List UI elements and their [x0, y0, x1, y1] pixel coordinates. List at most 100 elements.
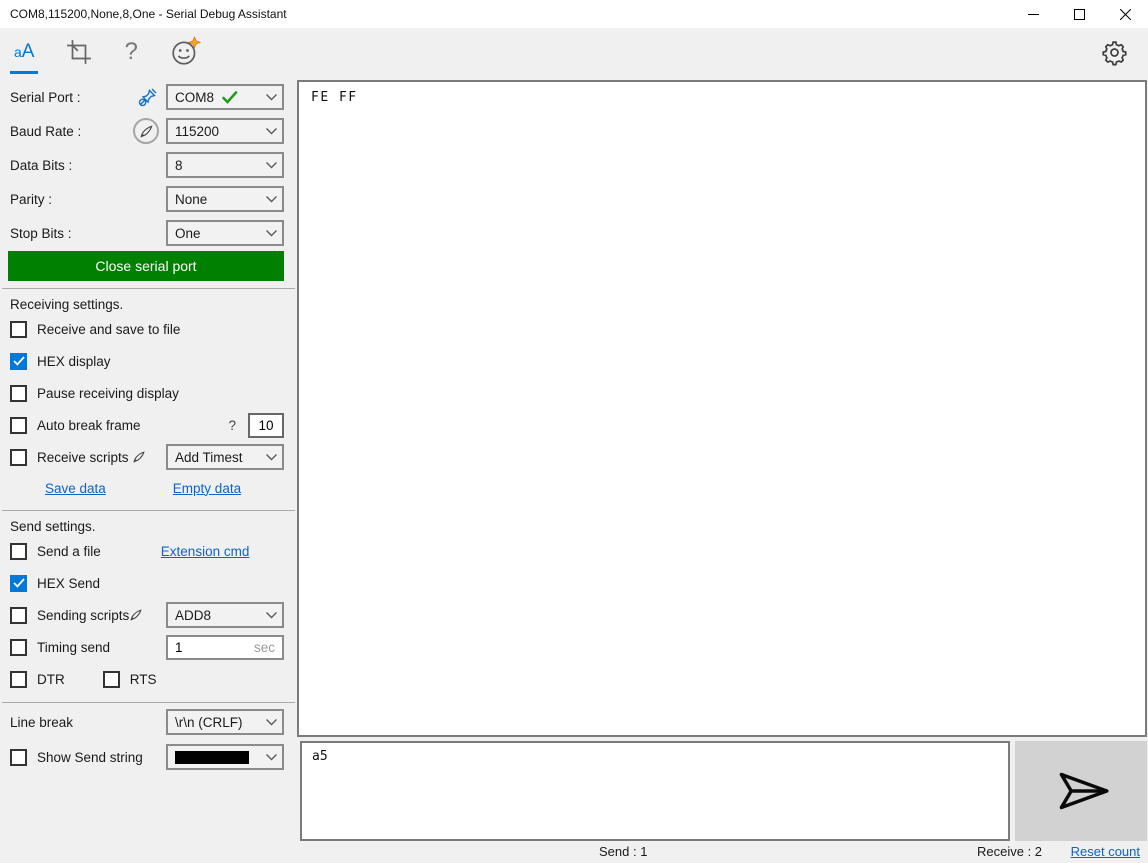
timing-send-input[interactable] [175, 639, 254, 655]
dtr-checkbox[interactable] [10, 670, 27, 688]
main-area: FE FF a5 Send : 1 Receive : 2 Reset coun… [297, 76, 1148, 863]
receive-scripts-checkbox[interactable] [10, 448, 27, 466]
help-button[interactable]: ? [118, 28, 143, 76]
quill-pen-icon [140, 124, 153, 138]
send-file-checkbox[interactable] [10, 542, 27, 560]
feedback-button[interactable] [164, 28, 208, 76]
receiving-settings-title: Receiving settings. [10, 297, 124, 312]
font-icon: aA [14, 41, 35, 62]
sending-scripts-checkbox[interactable] [10, 606, 27, 624]
stop-bits-value: One [175, 225, 201, 241]
stop-bits-row: Stop Bits : One [0, 216, 297, 250]
settings-button[interactable] [1095, 28, 1134, 76]
quill-pen-icon [133, 451, 145, 463]
receive-display[interactable]: FE FF [297, 80, 1147, 737]
pause-display-checkbox[interactable] [10, 384, 27, 402]
line-break-dropdown[interactable]: \r\n (CRLF) [166, 709, 284, 735]
auto-break-checkbox[interactable] [10, 416, 27, 434]
chevron-down-icon [265, 750, 278, 765]
dtr-rts-row: DTR RTS [0, 663, 297, 695]
save-data-link[interactable]: Save data [45, 481, 106, 496]
chevron-down-icon [265, 715, 278, 730]
receive-save-label: Receive and save to file [37, 321, 181, 337]
rts-label: RTS [129, 671, 157, 687]
edit-baud-rate-button[interactable] [133, 118, 159, 144]
auto-break-ms-input[interactable] [248, 412, 284, 438]
empty-data-link[interactable]: Empty data [173, 481, 241, 496]
receive-scripts-dropdown[interactable]: Add Timest [166, 444, 284, 470]
chevron-down-icon [265, 192, 278, 207]
auto-break-help-icon[interactable]: ? [228, 418, 236, 433]
serial-port-value: COM8 [175, 89, 215, 105]
gear-icon [1101, 39, 1128, 66]
line-break-value: \r\n (CRLF) [175, 714, 243, 730]
baud-rate-value: 115200 [175, 123, 220, 139]
app-window: COM8,115200,None,8,One - Serial Debug As… [0, 0, 1148, 863]
close-serial-port-button[interactable]: Close serial port [8, 251, 284, 281]
settings-panel: Serial Port : COM8 Baud Rate: 115200 Da… [0, 76, 297, 863]
send-file-label: Send a file [37, 543, 101, 559]
statusbar: Send : 1 Receive : 2 Reset count [297, 841, 1148, 863]
send-string-color-dropdown[interactable] [166, 744, 284, 770]
chevron-down-icon [265, 158, 278, 173]
extension-cmd-link[interactable]: Extension cmd [161, 544, 250, 559]
paper-plane-icon [1048, 766, 1114, 816]
sending-scripts-label: Sending scripts [37, 607, 130, 623]
show-send-string-checkbox[interactable] [10, 748, 27, 766]
auto-break-label: Auto break frame [37, 417, 141, 433]
auto-break-row: Auto break frame ? [0, 409, 297, 441]
parity-row: Parity : None [0, 182, 297, 216]
baud-rate-row: Baud Rate : 115200 [0, 114, 297, 148]
toolbar: aA ? [0, 28, 1148, 76]
unpin-port-icon[interactable] [137, 87, 158, 108]
receive-save-checkbox[interactable] [10, 320, 27, 338]
line-break-label: Line break [10, 714, 74, 730]
hex-send-checkbox[interactable] [10, 574, 27, 592]
pause-display-label: Pause receiving display [37, 385, 179, 401]
active-tab-underline [10, 71, 39, 74]
hex-display-checkbox[interactable] [10, 352, 27, 370]
sending-scripts-dropdown[interactable]: ADD8 [166, 602, 284, 628]
crop-icon [66, 39, 92, 65]
data-bits-label: Data Bits : [10, 157, 73, 173]
data-bits-dropdown[interactable]: 8 [166, 152, 284, 178]
receive-scripts-row: Receive scripts Add Timest [0, 441, 297, 473]
window-title: COM8,115200,None,8,One - Serial Debug As… [10, 7, 287, 21]
send-settings-title: Send settings. [10, 519, 96, 534]
maximize-button[interactable] [1056, 0, 1102, 28]
stop-bits-dropdown[interactable]: One [166, 220, 284, 246]
chevron-down-icon [265, 226, 278, 241]
parity-dropdown[interactable]: None [166, 186, 284, 212]
serial-port-dropdown[interactable]: COM8 [166, 84, 284, 110]
hex-send-label: HEX Send [37, 575, 101, 591]
timing-send-row: Timing send sec [0, 631, 297, 663]
receive-scripts-value: Add Timest [175, 449, 243, 465]
port-ok-check-icon [222, 90, 238, 104]
show-send-string-label: Show Send string [37, 749, 143, 765]
line-break-row: Line break \r\n (CRLF) [0, 703, 297, 741]
hex-display-label: HEX display [37, 353, 111, 369]
sending-scripts-value: ADD8 [175, 607, 212, 623]
smiley-sparkle-icon [170, 36, 202, 68]
baud-rate-dropdown[interactable]: 115200 [166, 118, 284, 144]
reset-count-link[interactable]: Reset count [1071, 844, 1140, 859]
edit-sending-script-button[interactable] [129, 608, 143, 622]
minimize-button[interactable] [1010, 0, 1056, 28]
dtr-label: DTR [37, 671, 65, 687]
send-input[interactable]: a5 [300, 741, 1010, 841]
receive-scripts-label: Receive scripts [37, 449, 129, 465]
timing-send-label: Timing send [37, 639, 111, 655]
parity-label: Parity : [10, 191, 53, 207]
send-button[interactable] [1015, 741, 1147, 841]
rts-checkbox[interactable] [102, 670, 120, 688]
font-settings-button[interactable]: aA [8, 28, 40, 76]
baud-rate-label: Baud Rate : [10, 123, 82, 139]
edit-receive-script-button[interactable] [132, 450, 146, 464]
send-file-row: Send a file Extension cmd [0, 535, 297, 567]
data-links-row: Save data Empty data [0, 473, 297, 503]
chevron-down-icon [265, 608, 278, 623]
parity-value: None [175, 191, 208, 207]
crop-button[interactable] [60, 28, 98, 76]
timing-send-checkbox[interactable] [10, 638, 27, 656]
close-button[interactable] [1102, 0, 1148, 28]
